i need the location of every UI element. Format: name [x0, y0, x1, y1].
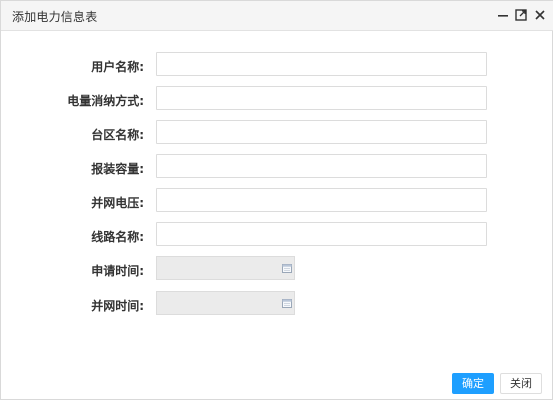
username-input[interactable] [156, 52, 487, 76]
field-row-capacity: 报装容量: [1, 154, 553, 180]
grid-voltage-label: 并网电压: [91, 196, 144, 210]
username-label: 用户名称: [91, 60, 144, 74]
grid-voltage-input[interactable] [156, 188, 487, 212]
field-row-grid-time: 并网时间: [1, 291, 553, 317]
close-icon[interactable] [533, 8, 547, 22]
grid-time-input[interactable] [156, 291, 295, 315]
consumption-method-input[interactable] [156, 86, 487, 110]
capacity-label: 报装容量: [91, 162, 144, 176]
line-name-label: 线路名称: [91, 230, 144, 244]
field-row-line-name: 线路名称: [1, 222, 553, 248]
minimize-icon[interactable] [496, 8, 510, 22]
grid-time-label: 并网时间: [91, 299, 144, 313]
dialog-title: 添加电力信息表 [12, 10, 98, 24]
confirm-button[interactable]: 确定 [452, 373, 494, 394]
field-row-grid-voltage: 并网电压: [1, 188, 553, 214]
apply-time-label: 申请时间: [91, 264, 144, 278]
apply-time-input[interactable] [156, 256, 295, 280]
field-row-consumption-method: 电量消纳方式: [1, 86, 553, 112]
consumption-method-label: 电量消纳方式: [67, 94, 144, 108]
maximize-icon[interactable] [514, 8, 528, 22]
close-button[interactable]: 关闭 [500, 373, 542, 394]
calendar-icon[interactable] [282, 299, 292, 308]
calendar-icon[interactable] [282, 264, 292, 273]
add-power-info-dialog: 添加电力信息表 用户名称: 电量消纳方式: 台区名称: 报装容量: 并网电压: … [0, 0, 553, 400]
dialog-titlebar: 添加电力信息表 [1, 1, 553, 31]
field-row-apply-time: 申请时间: [1, 256, 553, 282]
field-row-username: 用户名称: [1, 52, 553, 78]
area-name-input[interactable] [156, 120, 487, 144]
capacity-input[interactable] [156, 154, 487, 178]
line-name-input[interactable] [156, 222, 487, 246]
area-name-label: 台区名称: [91, 128, 144, 142]
field-row-area-name: 台区名称: [1, 120, 553, 146]
